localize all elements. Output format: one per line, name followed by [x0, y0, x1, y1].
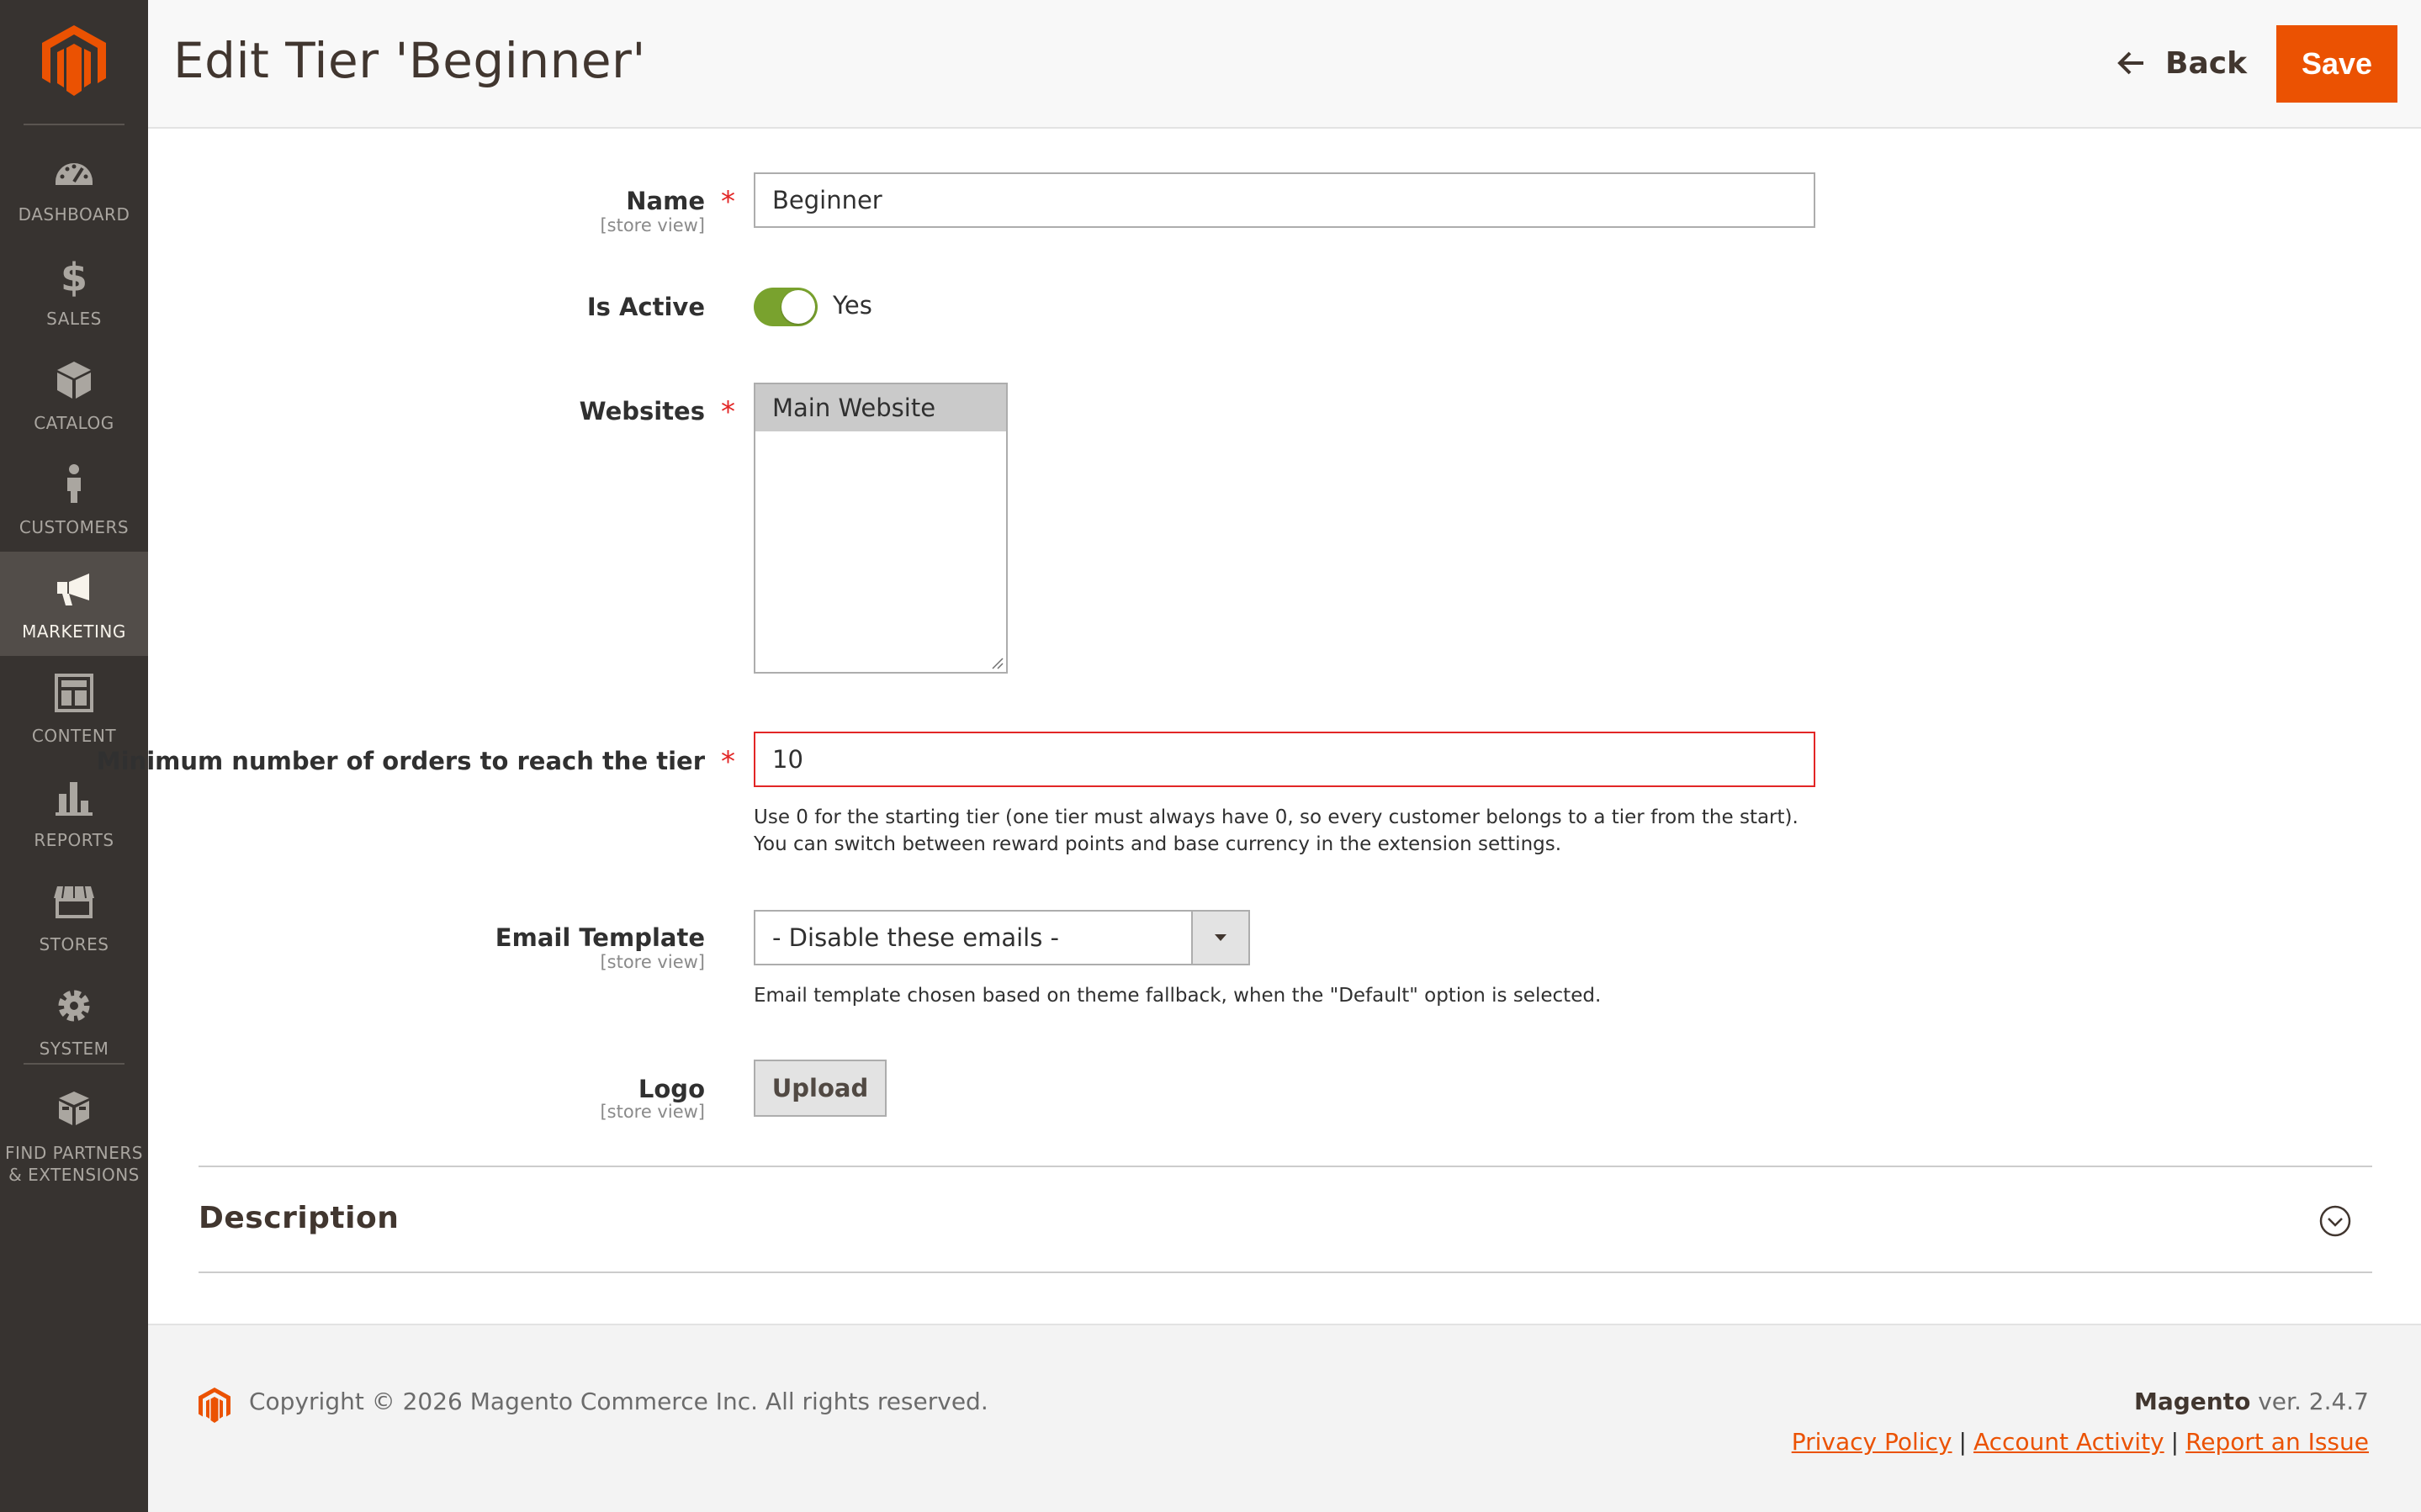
megaphone-icon	[57, 574, 89, 605]
email-template-select[interactable]: - Disable these emails -	[754, 910, 1250, 965]
sidebar-item-catalog[interactable]: CATALOG	[0, 343, 148, 447]
name-label: Name	[626, 187, 705, 215]
chevron-down-circle-icon[interactable]	[2318, 1204, 2352, 1238]
privacy-policy-link[interactable]: Privacy Policy	[1792, 1428, 1952, 1456]
sidebar-item-label: SALES	[46, 309, 102, 329]
email-template-scope: [store view]	[600, 952, 705, 972]
storefront-icon	[54, 886, 94, 918]
min-orders-label: Minimum number of orders to reach the ti…	[96, 747, 705, 775]
sidebar-item-reports[interactable]: REPORTS	[0, 760, 148, 864]
copyright-text: Copyright © 2026 Magento Commerce Inc. A…	[249, 1388, 988, 1415]
sidebar-item-label: REPORTS	[34, 830, 114, 850]
is-active-state: Yes	[833, 291, 872, 320]
section-divider	[199, 1166, 2372, 1167]
is-active-label: Is Active	[586, 293, 705, 321]
caret-down-icon	[1215, 934, 1226, 941]
sidebar-item-customers[interactable]: CUSTOMERS	[0, 447, 148, 552]
arrow-left-icon	[2117, 51, 2143, 75]
page-header: Edit Tier 'Beginner' Back Save	[148, 0, 2421, 129]
min-orders-note: Use 0 for the starting tier (one tier mu…	[754, 806, 1799, 855]
save-button[interactable]: Save	[2276, 25, 2397, 103]
sidebar-item-system[interactable]: SYSTEM	[0, 969, 148, 1073]
bar-chart-icon	[56, 782, 93, 816]
person-icon	[67, 464, 81, 503]
sidebar-item-content[interactable]: CONTENT	[0, 656, 148, 760]
email-template-label: Email Template	[495, 923, 705, 952]
link-separator: |	[1958, 1428, 1967, 1456]
upload-button[interactable]: Upload	[754, 1060, 887, 1117]
min-orders-input-value: 10	[772, 745, 803, 774]
email-template-note: Email template chosen based on theme fal…	[754, 985, 1602, 1007]
sidebar-divider	[24, 124, 124, 125]
sidebar-item-label: DASHBOARD	[18, 204, 130, 225]
sidebar-divider	[24, 1063, 124, 1065]
sidebar-item-label: CATALOG	[34, 413, 114, 433]
email-template-selected: - Disable these emails -	[772, 923, 1060, 952]
sidebar-item-label-line1: FIND PARTNERS	[5, 1143, 143, 1163]
required-asterisk: *	[721, 745, 735, 779]
version-number: ver. 2.4.7	[2250, 1388, 2369, 1415]
page-title: Edit Tier 'Beginner'	[173, 32, 646, 89]
dollar-icon: $	[61, 255, 87, 298]
sidebar-item-label-line2: & EXTENSIONS	[8, 1165, 140, 1185]
link-separator: |	[2170, 1428, 2180, 1456]
name-scope: [store view]	[600, 215, 705, 235]
description-section-title[interactable]: Description	[199, 1201, 399, 1235]
account-activity-link[interactable]: Account Activity	[1973, 1428, 2164, 1456]
partners-icon	[59, 1092, 89, 1125]
sidebar-item-dashboard[interactable]: DASHBOARD	[0, 135, 148, 239]
sidebar-item-label: MARKETING	[22, 621, 126, 642]
select-arrow	[1191, 912, 1248, 964]
section-divider	[199, 1271, 2372, 1273]
magento-logo-icon	[199, 1388, 230, 1423]
sidebar-item-label: STORES	[39, 934, 109, 954]
back-button[interactable]: Back	[2108, 30, 2259, 96]
name-input[interactable]: Beginner	[754, 172, 1815, 228]
back-button-label: Back	[2165, 45, 2248, 81]
website-option-main[interactable]: Main Website	[755, 384, 1006, 431]
dashboard-icon	[56, 163, 93, 185]
sidebar-item-label: CONTENT	[31, 726, 117, 746]
box-icon	[57, 362, 91, 399]
brand-name: Magento	[2133, 1388, 2251, 1415]
name-input-value: Beginner	[772, 186, 882, 214]
sidebar-item-label: CUSTOMERS	[19, 517, 130, 537]
footer-links: Privacy Policy | Account Activity | Report a…	[1792, 1428, 2369, 1456]
toggle-knob	[781, 290, 815, 324]
required-asterisk: *	[721, 395, 735, 429]
report-issue-link[interactable]: Report an Issue	[2185, 1428, 2369, 1456]
min-orders-input[interactable]: 10	[754, 732, 1815, 787]
svg-text:$: $	[61, 255, 87, 298]
logo-label: Logo	[638, 1075, 705, 1103]
websites-label: Websites	[579, 397, 705, 426]
sidebar-item-sales[interactable]: $ SALES	[0, 239, 148, 343]
websites-multiselect[interactable]: Main Website	[754, 383, 1008, 674]
resize-handle-icon[interactable]	[989, 655, 1004, 670]
version-text: Magento ver. 2.4.7	[2134, 1388, 2369, 1415]
sidebar-item-stores[interactable]: STORES	[0, 864, 148, 969]
page-footer: Copyright © 2026 Magento Commerce Inc. A…	[148, 1324, 2421, 1512]
is-active-toggle[interactable]	[754, 288, 818, 326]
sidebar-item-marketing[interactable]: MARKETING	[0, 552, 148, 656]
sidebar-item-label: FIND PARTNERS & EXTENSIONS	[0, 1142, 148, 1186]
gear-icon	[58, 990, 90, 1022]
sidebar-item-find-partners[interactable]: FIND PARTNERS & EXTENSIONS	[0, 1073, 148, 1199]
logo-scope: [store view]	[600, 1102, 705, 1122]
magento-logo-icon[interactable]	[42, 25, 106, 96]
sidebar-item-label: SYSTEM	[39, 1039, 109, 1059]
required-asterisk: *	[721, 185, 735, 219]
layout-icon	[55, 674, 93, 712]
